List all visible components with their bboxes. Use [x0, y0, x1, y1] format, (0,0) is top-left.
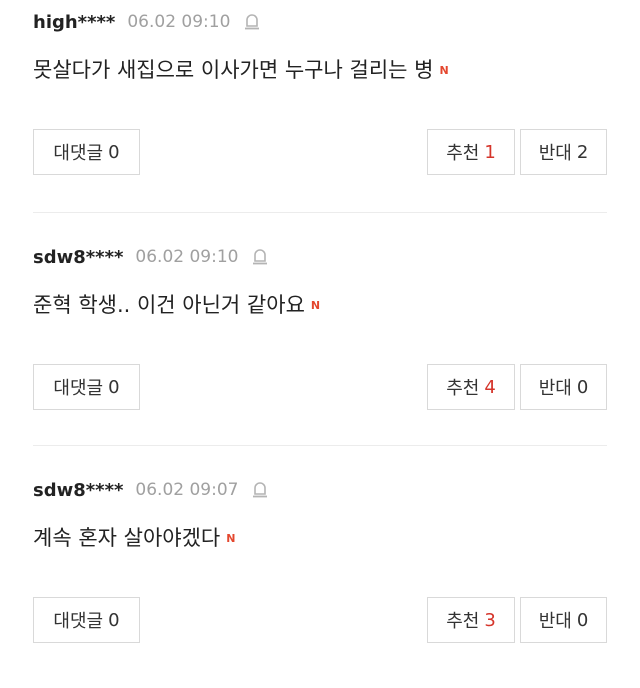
comment-meta: sdw8**** 06.02 09:07	[33, 478, 269, 502]
reply-count: 0	[108, 141, 120, 163]
comment-username[interactable]: sdw8****	[33, 480, 123, 501]
comment-divider	[33, 445, 607, 446]
reply-label: 대댓글	[53, 611, 104, 632]
comment-item: sdw8**** 06.02 09:07 계속 혼자 살아야겠다 N 대댓글 0…	[33, 478, 607, 648]
reply-label: 대댓글	[53, 378, 104, 399]
recommend-label: 추천	[446, 611, 480, 632]
oppose-button[interactable]: 반대 0	[520, 597, 607, 643]
recommend-count: 3	[484, 609, 496, 631]
report-siren-icon[interactable]	[251, 480, 269, 500]
reply-button[interactable]: 대댓글 0	[33, 129, 140, 175]
reply-label: 대댓글	[53, 143, 104, 164]
comment-meta: high**** 06.02 09:10	[33, 10, 261, 34]
recommend-button[interactable]: 추천 4	[427, 364, 515, 410]
recommend-button[interactable]: 추천 3	[427, 597, 515, 643]
comment-item: sdw8**** 06.02 09:10 준혁 학생.. 이건 아닌거 같아요 …	[33, 245, 607, 415]
recommend-label: 추천	[446, 143, 480, 164]
recommend-button[interactable]: 추천 1	[427, 129, 515, 175]
report-siren-icon[interactable]	[251, 247, 269, 267]
reply-count: 0	[108, 376, 120, 398]
comment-date: 06.02 09:10	[127, 12, 231, 32]
oppose-count: 0	[576, 376, 589, 398]
oppose-label: 반대	[538, 378, 572, 399]
report-siren-icon[interactable]	[243, 12, 261, 32]
comment-date: 06.02 09:07	[135, 480, 239, 500]
comment-meta: sdw8**** 06.02 09:10	[33, 245, 269, 269]
comment-text: 준혁 학생.. 이건 아닌거 같아요 N	[33, 289, 320, 319]
comment-divider	[33, 212, 607, 213]
oppose-label: 반대	[538, 611, 572, 632]
oppose-label: 반대	[538, 143, 572, 164]
comment-body: 못살다가 새집으로 이사가면 누구나 걸리는 병	[33, 58, 434, 82]
new-badge: N	[226, 532, 236, 545]
comment-item: high**** 06.02 09:10 못살다가 새집으로 이사가면 누구나 …	[33, 10, 607, 180]
comment-body: 계속 혼자 살아야겠다	[33, 526, 221, 550]
comment-username[interactable]: sdw8****	[33, 247, 123, 268]
reply-button[interactable]: 대댓글 0	[33, 597, 140, 643]
oppose-count: 0	[576, 609, 589, 631]
comment-body: 준혁 학생.. 이건 아닌거 같아요	[33, 293, 305, 317]
comment-date: 06.02 09:10	[135, 247, 239, 267]
recommend-count: 1	[484, 141, 496, 163]
comment-username[interactable]: high****	[33, 12, 115, 33]
recommend-label: 추천	[446, 378, 480, 399]
new-badge: N	[310, 299, 321, 312]
oppose-button[interactable]: 반대 2	[520, 129, 607, 175]
reply-count: 0	[108, 609, 120, 631]
recommend-count: 4	[484, 376, 496, 398]
comment-text: 계속 혼자 살아야겠다 N	[33, 522, 235, 552]
reply-button[interactable]: 대댓글 0	[33, 364, 140, 410]
comment-text: 못살다가 새집으로 이사가면 누구나 걸리는 병 N	[33, 54, 449, 84]
oppose-count: 2	[576, 141, 589, 163]
oppose-button[interactable]: 반대 0	[520, 364, 607, 410]
new-badge: N	[439, 64, 449, 77]
